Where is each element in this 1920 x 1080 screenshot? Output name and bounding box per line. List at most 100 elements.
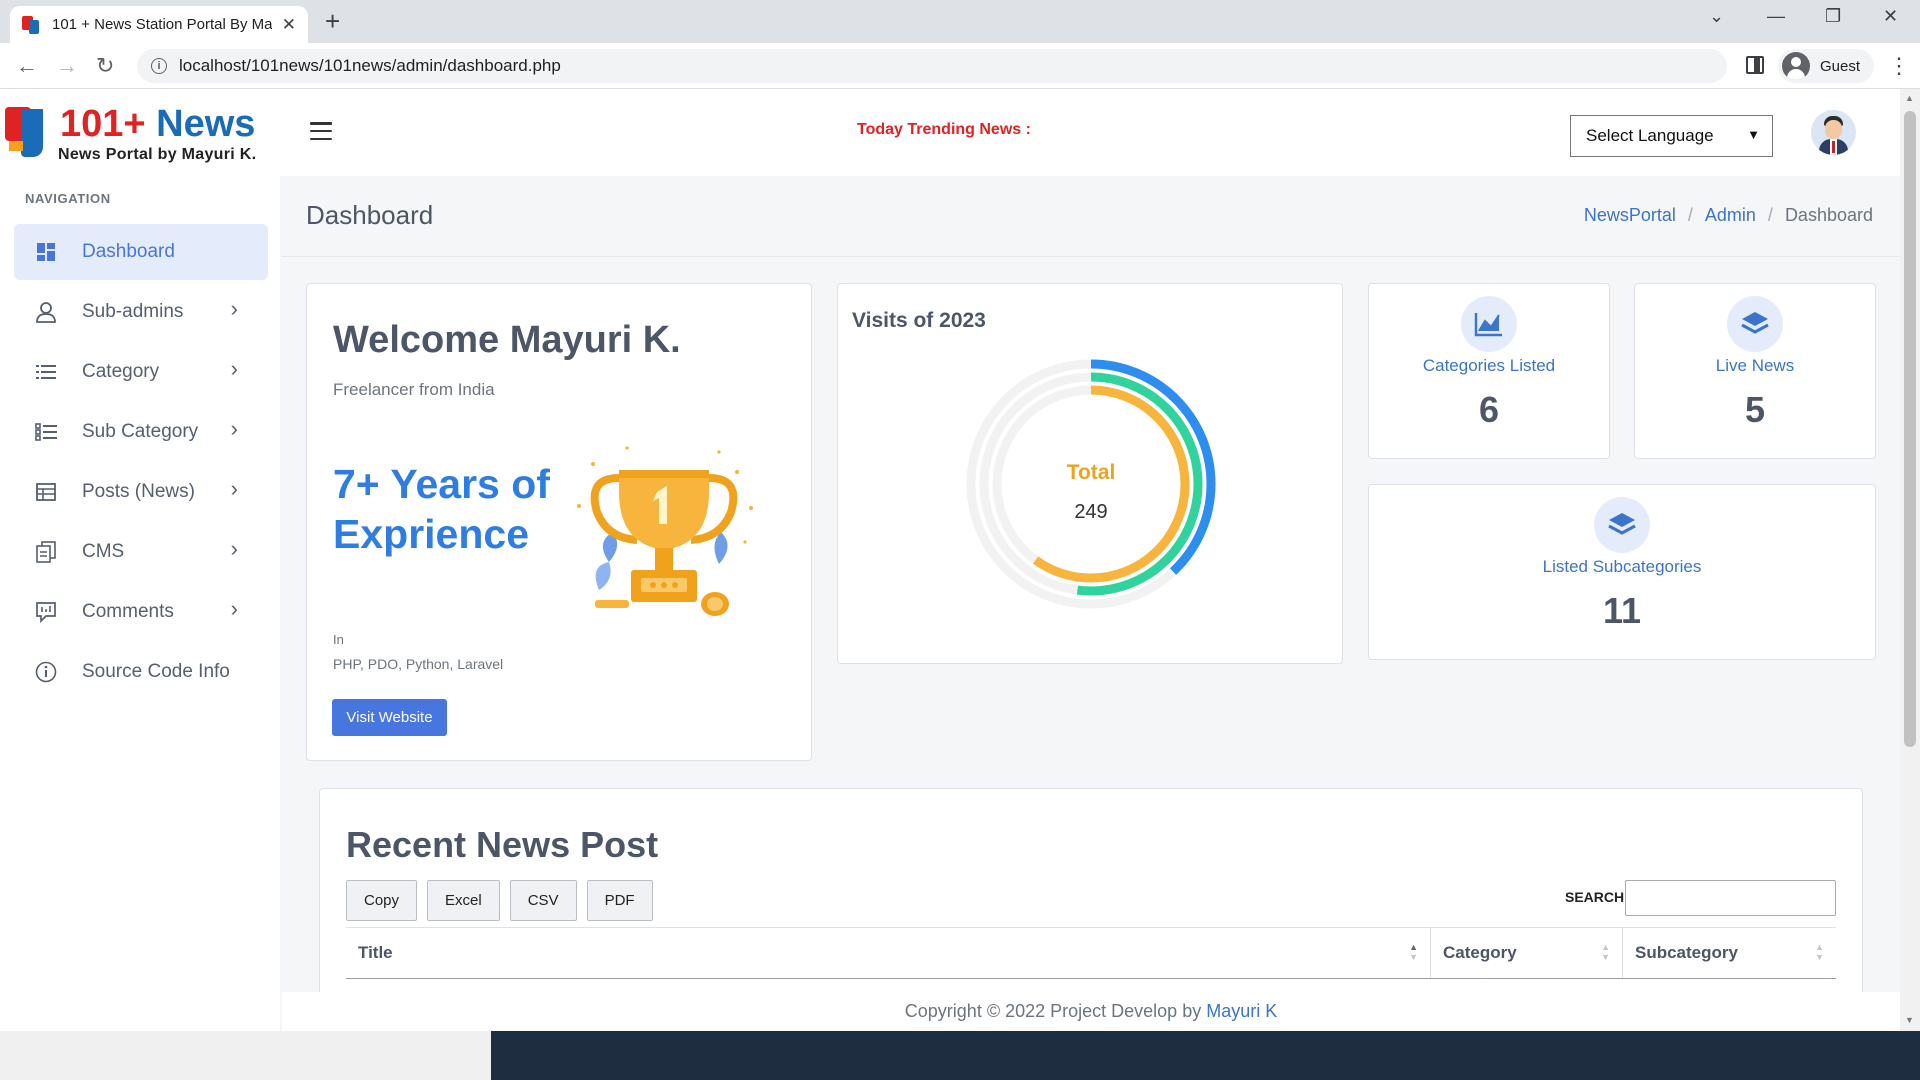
welcome-subtitle: Freelancer from India <box>333 380 495 399</box>
chevron-right-icon: › <box>230 416 238 441</box>
csv-button[interactable]: CSV <box>509 880 577 921</box>
url-text: localhost/101news/101news/admin/dashboar… <box>179 56 561 75</box>
visits-donut-chart: Total 249 <box>966 359 1216 609</box>
excel-button[interactable]: Excel <box>427 880 500 921</box>
stat-value: 5 <box>1744 389 1766 430</box>
recent-news-title: Recent News Post <box>346 824 659 865</box>
sort-icon: ▲ ▼ <box>1815 942 1824 962</box>
sidebar-item-category[interactable]: Category › <box>14 344 268 400</box>
donut-center-value: 249 <box>1074 501 1107 523</box>
taskbar-left <box>0 1031 491 1080</box>
maximize-icon[interactable]: ❐ <box>1825 6 1841 27</box>
search-input[interactable] <box>1625 880 1836 916</box>
scroll-thumb[interactable] <box>1904 111 1916 747</box>
sidebar-item-label: CMS <box>82 541 125 562</box>
profile-button[interactable]: Guest <box>1778 49 1875 83</box>
search-label: SEARCH: <box>1565 889 1629 905</box>
welcome-card: Welcome Mayuri K. Freelancer from India … <box>306 283 812 761</box>
close-window-icon[interactable]: ✕ <box>1883 6 1898 27</box>
profile-name: Guest <box>1820 57 1861 75</box>
trending-news-label: Today Trending News : <box>857 121 1031 138</box>
dashboard-icon <box>34 240 58 264</box>
taskbar-right <box>491 1031 1920 1080</box>
visit-website-button[interactable]: Visit Website <box>332 699 447 736</box>
more-menu-icon[interactable]: ⋮ <box>1888 53 1910 79</box>
stat-card-categories[interactable]: Categories Listed 6 <box>1368 283 1610 459</box>
language-select[interactable]: Select Language ▼ <box>1570 115 1773 157</box>
sidebar-item-sub-category[interactable]: Sub Category › <box>14 404 268 460</box>
column-subcategory[interactable]: Subcategory ▲ ▼ <box>1622 928 1836 978</box>
logo-icon[interactable] <box>5 107 53 159</box>
list-icon <box>34 360 58 384</box>
visits-title: Visits of 2023 <box>852 309 986 332</box>
sidebar-item-comments[interactable]: Comments › <box>14 584 268 640</box>
browser-tab[interactable]: 101 + News Station Portal By Ma ✕ <box>10 6 308 43</box>
breadcrumb-dashboard: Dashboard <box>1784 205 1873 225</box>
comment-icon <box>34 600 58 624</box>
sidebar-item-label: Category <box>82 361 160 382</box>
page-title: Dashboard <box>306 200 434 230</box>
layers-icon <box>1594 497 1650 553</box>
stat-label: Listed Subcategories <box>1542 557 1702 576</box>
sidebar: NAVIGATION Dashboard Sub-admins › Category ›… <box>0 176 280 1031</box>
sidebar-item-label: Sub-admins <box>82 301 184 322</box>
sidebar-item-label: Posts (News) <box>82 481 195 502</box>
scroll-up-icon[interactable]: ▲ <box>1905 93 1914 103</box>
reload-icon[interactable]: ↻ <box>96 53 114 79</box>
stat-label: Categories Listed <box>1422 356 1556 375</box>
logo-title[interactable]: 101+ News <box>60 104 255 144</box>
close-tab-icon[interactable]: ✕ <box>282 15 296 35</box>
side-panel-icon[interactable] <box>1746 56 1764 74</box>
scroll-down-icon[interactable]: ▼ <box>1905 1015 1914 1025</box>
layers-icon <box>1727 296 1783 352</box>
browser-tabbar: 101 + News Station Portal By Ma ✕ + ⌄ — … <box>0 0 1920 43</box>
sidebar-item-posts-news[interactable]: Posts (News) › <box>14 464 268 520</box>
favicon-icon <box>22 15 40 34</box>
sidebar-item-cms[interactable]: CMS › <box>14 524 268 580</box>
address-bar[interactable]: i localhost/101news/101news/admin/dashbo… <box>137 49 1727 83</box>
sidebar-item-dashboard[interactable]: Dashboard <box>14 224 268 280</box>
visits-card: Visits of 2023 Total 249 <box>837 283 1343 664</box>
forward-icon[interactable]: → <box>56 53 78 79</box>
stat-card-subcategories[interactable]: Listed Subcategories 11 <box>1368 484 1876 660</box>
export-buttons: Copy Excel CSV PDF <box>346 880 653 921</box>
minimize-icon[interactable]: — <box>1767 6 1785 27</box>
in-label: In <box>333 632 344 647</box>
new-tab-icon[interactable]: + <box>325 6 340 36</box>
donut-center-label: Total <box>1067 461 1116 484</box>
table-header: Title ▲ ▼ Category ▲ ▼ Subcategory ▲ ▼ <box>346 927 1836 979</box>
pdf-button[interactable]: PDF <box>586 880 653 921</box>
sidebar-item-label: Sub Category <box>82 421 199 442</box>
column-category[interactable]: Category ▲ ▼ <box>1430 928 1622 978</box>
chart-icon <box>1461 296 1517 352</box>
back-icon[interactable]: ← <box>16 53 38 79</box>
sublist-icon <box>34 420 58 444</box>
divider <box>282 256 1900 257</box>
stat-card-live-news[interactable]: Live News 5 <box>1634 283 1876 459</box>
logo-subtitle: News Portal by Mayuri K. <box>58 146 257 163</box>
chevron-right-icon: › <box>230 596 238 621</box>
menu-toggle-icon[interactable] <box>310 122 332 140</box>
stat-value: 11 <box>1602 590 1642 631</box>
user-avatar[interactable] <box>1811 110 1856 155</box>
tab-title: 101 + News Station Portal By Ma <box>51 16 272 33</box>
nav-heading: NAVIGATION <box>25 191 111 206</box>
chevron-right-icon: › <box>230 296 238 321</box>
tab-search-icon[interactable]: ⌄ <box>1709 6 1724 27</box>
chevron-right-icon: › <box>230 476 238 501</box>
breadcrumb-newsportal[interactable]: NewsPortal <box>1584 205 1676 226</box>
copy-button[interactable]: Copy <box>346 880 418 921</box>
sidebar-item-source-code-info[interactable]: Source Code Info <box>14 644 268 700</box>
scrollbar[interactable]: ▲ ▼ <box>1900 89 1920 1031</box>
tech-list: PHP, PDO, Python, Laravel <box>333 656 504 672</box>
site-info-icon[interactable]: i <box>151 58 167 74</box>
sidebar-item-sub-admins[interactable]: Sub-admins › <box>14 284 268 340</box>
app-header: 101+ News News Portal by Mayuri K. Today… <box>0 89 1900 176</box>
chevron-right-icon: › <box>230 536 238 561</box>
breadcrumb-admin[interactable]: Admin <box>1705 205 1756 226</box>
column-title[interactable]: Title ▲ ▼ <box>346 928 1430 978</box>
profile-avatar-icon <box>1782 52 1810 80</box>
footer: Copyright © 2022 Project Develop by Mayu… <box>282 992 1900 1031</box>
author-link[interactable]: Mayuri K <box>1206 1001 1277 1022</box>
experience-text: 7+ Years of Exprience <box>333 461 550 557</box>
